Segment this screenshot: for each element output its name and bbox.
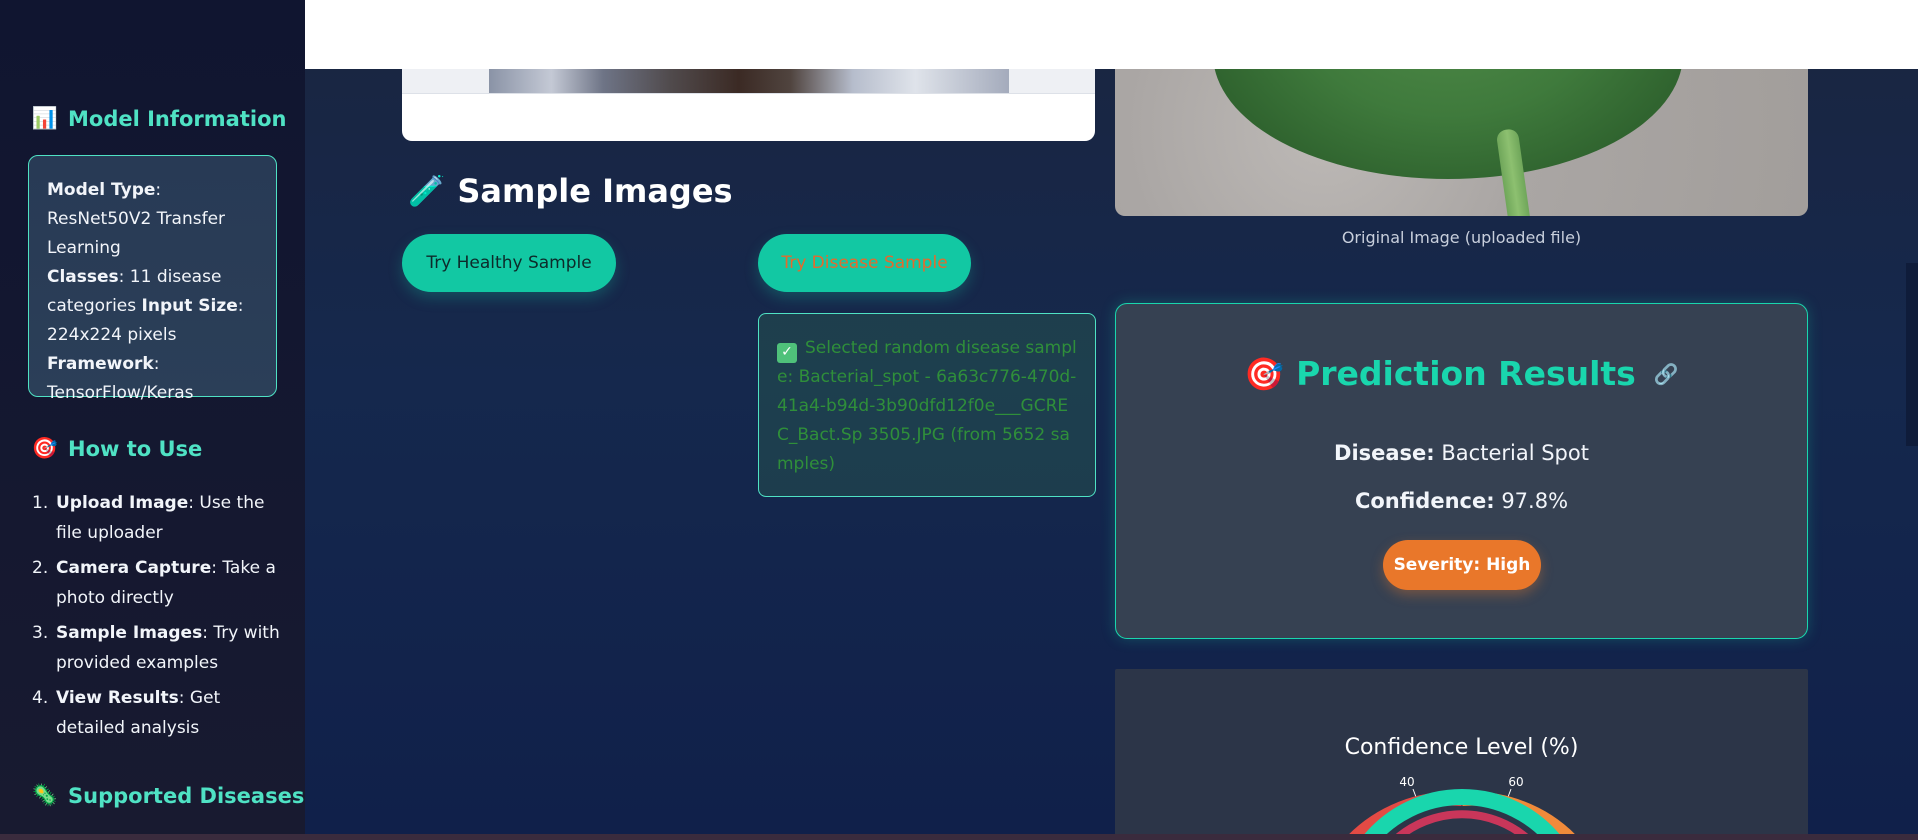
disease-line: Disease: Bacterial Spot [1116,441,1807,465]
model-info-box: Model Type: ResNet50V2 Transfer Learning… [28,155,277,403]
bottom-strip [0,834,1918,840]
confidence-line: Confidence: 97.8% [1116,489,1807,513]
bug-icon: 🦠 [31,783,59,807]
severity-badge: Severity: High [1383,540,1541,590]
checkmark-icon: ✓ [777,342,797,363]
prediction-results-card: 🎯 Prediction Results 🔗 Disease: Bacteria… [1115,303,1808,639]
list-item: 3. Sample Images: Try with provided exam… [32,623,280,673]
leaf-shape [1213,69,1683,179]
list-item: 2. Camera Capture: Take a photo directly [32,558,276,608]
uploaded-image-preview [489,69,1009,93]
target-icon: 🎯 [31,436,59,460]
how-to-list: 1. Upload Image: Use the file uploader 2… [32,488,282,748]
prediction-results-heading: 🎯 Prediction Results 🔗 [1244,354,1679,393]
model-info-heading: 📊 Model Information [31,106,287,131]
try-disease-sample-button[interactable]: Try Disease Sample [758,234,971,292]
uploaded-image-card [402,60,1095,141]
supported-diseases-heading: 🦠 Supported Diseases [31,783,305,808]
list-item: 1. Upload Image: Use the file uploader [32,493,265,543]
gauge-tick-60: 60 [1508,775,1523,789]
list-item: 4. View Results: Get detailed analysis [32,688,221,738]
confidence-gauge-card: Confidence Level (%) 40 60 [1115,669,1808,840]
link-icon[interactable]: 🔗 [1654,362,1679,386]
classes-label: Classes [47,267,119,287]
try-healthy-sample-button[interactable]: Try Healthy Sample [402,234,616,292]
how-to-heading: 🎯 How to Use [31,436,203,461]
test-tube-icon: 🧪 [408,173,446,209]
bar-chart-icon: 📊 [31,106,59,130]
confidence-gauge: 40 60 [1348,775,1576,840]
original-image [1115,69,1808,216]
confidence-value: 97.8% [1501,489,1569,513]
target-icon: 🎯 [1244,354,1285,393]
disease-value: Bacterial Spot [1441,441,1589,465]
original-image-caption: Original Image (uploaded file) [1341,228,1582,247]
confidence-label: Confidence: [1354,489,1495,513]
disease-label: Disease: [1334,441,1435,465]
scrollbar[interactable] [1906,263,1918,446]
gauge-tick-mark-60 [1507,788,1512,798]
top-bar [305,0,1918,69]
model-type-label: Model Type [47,180,156,200]
framework-label: Framework [47,354,154,374]
sample-selected-message: ✓ Selected random disease sample: Bacteri… [758,313,1096,497]
gauge-tick-40: 40 [1399,775,1414,789]
sidebar: 📊 Model Information Model Type: ResNet50… [0,0,305,840]
sample-images-heading: 🧪 Sample Images [408,172,733,210]
gauge-tick-mark-40 [1412,788,1417,798]
input-size-label: Input Size [141,296,238,316]
